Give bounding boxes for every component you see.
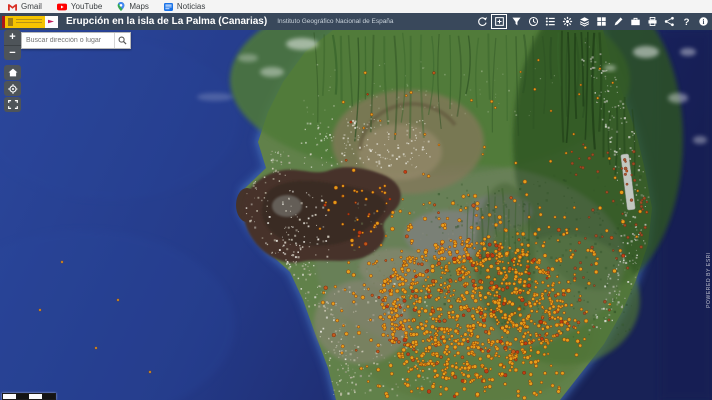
page-title: Erupción en la isla de La Palma (Canaria… — [66, 16, 267, 27]
time-tool-button[interactable] — [526, 15, 540, 28]
map-scale-bar — [2, 393, 56, 400]
basemap-icon — [596, 16, 607, 27]
fullscreen-icon — [7, 99, 19, 110]
search-icon — [118, 36, 127, 45]
print-tool-button[interactable] — [645, 15, 659, 28]
extent-tool-button[interactable] — [492, 15, 506, 28]
zoom-in-button[interactable]: + — [4, 30, 21, 45]
bookmark-label: Noticias — [177, 2, 205, 11]
header-toolbar: ?i — [475, 15, 712, 28]
locate-icon — [7, 83, 19, 95]
bookmark-label: YouTube — [71, 2, 102, 11]
lava-flow — [236, 167, 401, 263]
app-header: Erupción en la isla de La Palma (Canaria… — [0, 13, 712, 30]
browser-bookmarks-bar: Gmail YouTube Maps Noticias — [0, 0, 712, 14]
basemap-tool-button[interactable] — [594, 15, 608, 28]
draw-icon — [613, 16, 624, 27]
powered-by-esri-attribution: POWERED BY ESRI — [706, 252, 712, 308]
settings-icon — [562, 16, 573, 27]
help-tool-button[interactable]: ? — [679, 15, 693, 28]
settings-tool-button[interactable] — [560, 15, 574, 28]
bookmark-youtube[interactable]: YouTube — [57, 2, 102, 11]
info-tool-button[interactable]: i — [696, 15, 710, 28]
draw-tool-button[interactable] — [611, 15, 625, 28]
map-canvas[interactable]: + − POWE — [0, 30, 712, 400]
search-box — [21, 32, 131, 49]
help-icon: ? — [681, 16, 692, 27]
maps-icon — [117, 2, 125, 11]
gmail-icon — [8, 3, 17, 11]
bookmark-gmail[interactable]: Gmail — [8, 2, 42, 11]
spain-government-ign-logo[interactable] — [2, 16, 58, 28]
svg-text:i: i — [702, 19, 704, 26]
refresh-icon — [477, 16, 488, 27]
satellite-map-la-palma[interactable] — [0, 30, 712, 400]
share-tool-button[interactable] — [662, 15, 676, 28]
zoom-out-button[interactable]: − — [4, 45, 21, 60]
browser-window: Gmail YouTube Maps Noticias Erupción en la … — [0, 0, 712, 400]
toolbox-icon — [630, 16, 641, 27]
share-icon — [664, 16, 675, 27]
layers-icon — [579, 16, 590, 27]
search-input[interactable] — [22, 33, 114, 48]
bookmark-maps[interactable]: Maps — [117, 2, 149, 11]
layers-tool-button[interactable] — [577, 15, 591, 28]
svg-text:?: ? — [683, 17, 689, 27]
print-icon — [647, 16, 658, 27]
locate-button[interactable] — [4, 81, 21, 96]
refresh-tool-button[interactable] — [475, 15, 489, 28]
filter-tool-button[interactable] — [509, 15, 523, 28]
bookmark-label: Gmail — [21, 2, 42, 11]
youtube-icon — [57, 3, 67, 11]
home-button[interactable] — [4, 65, 21, 80]
legend-icon — [545, 16, 556, 27]
info-icon: i — [698, 16, 709, 27]
noticias-icon — [164, 3, 173, 11]
legend-tool-button[interactable] — [543, 15, 557, 28]
page-subtitle: Instituto Geográfico Nacional de España — [277, 18, 393, 25]
logo-coat-of-arms — [5, 16, 45, 28]
fullscreen-extent-button[interactable] — [4, 97, 21, 112]
search-button[interactable] — [114, 33, 130, 48]
bookmark-label: Maps — [129, 2, 149, 11]
filter-icon — [511, 16, 522, 27]
map-navigation-toolbar: + − — [4, 30, 21, 112]
toolbox-tool-button[interactable] — [628, 15, 642, 28]
bookmark-noticias[interactable]: Noticias — [164, 2, 205, 11]
home-icon — [7, 67, 19, 78]
extent-icon — [494, 16, 505, 27]
logo-ign-mark — [45, 16, 58, 28]
time-icon — [528, 16, 539, 27]
